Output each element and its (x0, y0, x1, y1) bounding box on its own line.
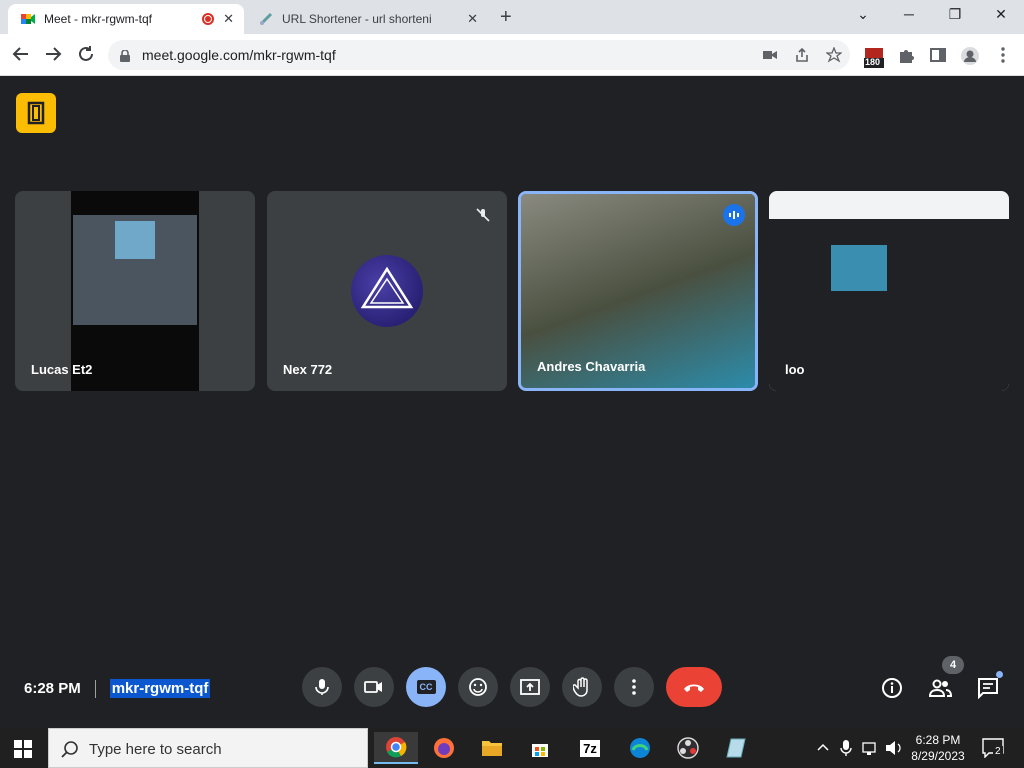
chat-icon (978, 678, 998, 699)
url-text: meet.google.com/mkr-rgwm-tqf (142, 47, 336, 63)
people-button[interactable] (927, 675, 953, 701)
present-screen-icon (520, 679, 540, 695)
door-icon[interactable] (16, 93, 56, 133)
meeting-details: 6:28 PM mkr-rgwm-tqf (24, 679, 211, 698)
microphone-tray-icon[interactable] (840, 739, 852, 762)
tab-title: URL Shortener - url shortening s (282, 12, 432, 26)
captions-button[interactable]: CC (406, 667, 446, 707)
back-icon[interactable] (12, 45, 30, 66)
participant-name: Andres Chavarria (537, 359, 646, 374)
mic-off-icon (475, 207, 491, 228)
windows-taskbar: Type here to search 7z 6:28 PM 8/29/2023… (0, 728, 1024, 768)
lock-icon[interactable] (120, 49, 130, 62)
app-taskbar-icon[interactable] (716, 732, 756, 764)
captions-icon: CC (416, 680, 436, 694)
tab-url-shortener[interactable]: URL Shortener - url shortening s ✕ (250, 4, 488, 34)
microphone-icon (315, 679, 329, 695)
chevron-up-icon[interactable] (816, 740, 830, 759)
share-icon[interactable] (794, 47, 810, 63)
chat-button[interactable] (975, 671, 1003, 701)
meet-stage: Lucas Et2 Nex 772 Andres Chavarria loo 6… (0, 77, 1024, 727)
chat-notification-dot (996, 671, 1003, 678)
tab-search-icon[interactable]: ⌄ (853, 6, 873, 23)
microphone-button[interactable] (302, 667, 342, 707)
avatar (351, 255, 423, 327)
chrome-taskbar-icon[interactable] (374, 732, 418, 764)
notification-center-icon[interactable]: 2 (982, 738, 1004, 763)
recording-icon (202, 13, 214, 25)
participant-name: Lucas Et2 (31, 362, 93, 377)
hand-icon (573, 677, 588, 697)
taskbar-search-box[interactable]: Type here to search (48, 728, 368, 768)
emoji-icon (469, 678, 487, 696)
windows-start-icon[interactable] (14, 740, 32, 758)
clock-time: 6:28 PM (915, 733, 961, 747)
participant-name: Nex 772 (283, 362, 333, 377)
notification-count: 2 (993, 746, 1003, 757)
screen-share-feed (769, 191, 1009, 391)
address-bar[interactable]: meet.google.com/mkr-rgwm-tqf (108, 40, 850, 70)
7zip-taskbar-icon[interactable]: 7z (570, 732, 610, 764)
meeting-code[interactable]: mkr-rgwm-tqf (109, 679, 211, 698)
close-tab-icon[interactable]: ✕ (223, 11, 234, 27)
bookmark-star-icon[interactable] (825, 46, 843, 63)
calendar-extension-icon[interactable]: 180 (864, 46, 884, 70)
link-icon (258, 11, 274, 27)
camera-icon[interactable] (762, 47, 778, 63)
app-7z-label: 7z (580, 739, 600, 757)
search-placeholder: Type here to search (89, 741, 222, 758)
more-dots-icon (632, 679, 636, 695)
obs-taskbar-icon[interactable] (668, 732, 708, 764)
browser-tab-strip: Meet - mkr-rgwm-tqf ✕ URL Shortener - ur… (0, 0, 1024, 34)
maximize-icon[interactable]: ❐ (945, 6, 965, 23)
video-camera-icon (364, 681, 382, 693)
present-button[interactable] (510, 667, 550, 707)
participant-name: loo (785, 362, 805, 377)
reactions-button[interactable] (458, 667, 498, 707)
divider (94, 679, 96, 698)
reload-icon[interactable] (77, 45, 95, 66)
clock-date: 8/29/2023 (911, 749, 965, 763)
video-feed (71, 191, 199, 391)
new-tab-button[interactable]: + (500, 7, 512, 27)
extensions-puzzle-icon[interactable] (897, 46, 915, 64)
close-tab-icon[interactable]: ✕ (467, 11, 478, 27)
participant-tile[interactable]: Lucas Et2 (15, 191, 255, 391)
firefox-taskbar-icon[interactable] (424, 732, 464, 764)
microsoft-store-taskbar-icon[interactable] (520, 732, 560, 764)
google-meet-icon (20, 11, 36, 27)
leave-call-button[interactable] (666, 667, 722, 707)
participant-tile-screen-share[interactable]: loo (769, 191, 1009, 391)
participant-count-badge: 4 (942, 656, 964, 674)
profile-avatar-icon[interactable] (960, 46, 979, 65)
tab-meet[interactable]: Meet - mkr-rgwm-tqf ✕ (8, 4, 244, 34)
minimize-icon[interactable]: ─ (899, 6, 919, 22)
raise-hand-button[interactable] (562, 667, 602, 707)
speaking-indicator-icon (723, 204, 745, 226)
browser-toolbar: meet.google.com/mkr-rgwm-tqf 180 (0, 34, 1024, 76)
forward-icon[interactable] (44, 45, 62, 66)
meeting-time: 6:28 PM (24, 680, 81, 697)
volume-icon[interactable] (885, 740, 903, 761)
more-options-button[interactable] (614, 667, 654, 707)
close-window-icon[interactable]: ✕ (991, 6, 1011, 23)
menu-dots-icon[interactable] (994, 46, 1012, 64)
tab-title: Meet - mkr-rgwm-tqf (44, 12, 152, 26)
participant-tile[interactable]: Nex 772 (267, 191, 507, 391)
info-icon (882, 678, 902, 698)
system-clock[interactable]: 6:28 PM 8/29/2023 (906, 732, 970, 764)
network-icon[interactable] (862, 740, 880, 761)
search-icon (61, 740, 79, 763)
side-panel-icon[interactable] (929, 46, 947, 64)
hang-up-icon (684, 684, 704, 692)
file-explorer-taskbar-icon[interactable] (472, 732, 512, 764)
extension-badge: 180 (865, 57, 881, 67)
edge-taskbar-icon[interactable] (620, 732, 660, 764)
camera-button[interactable] (354, 667, 394, 707)
meeting-info-button[interactable] (879, 675, 905, 701)
participant-tile-active-speaker[interactable]: Andres Chavarria (518, 191, 758, 391)
people-icon (928, 679, 952, 697)
